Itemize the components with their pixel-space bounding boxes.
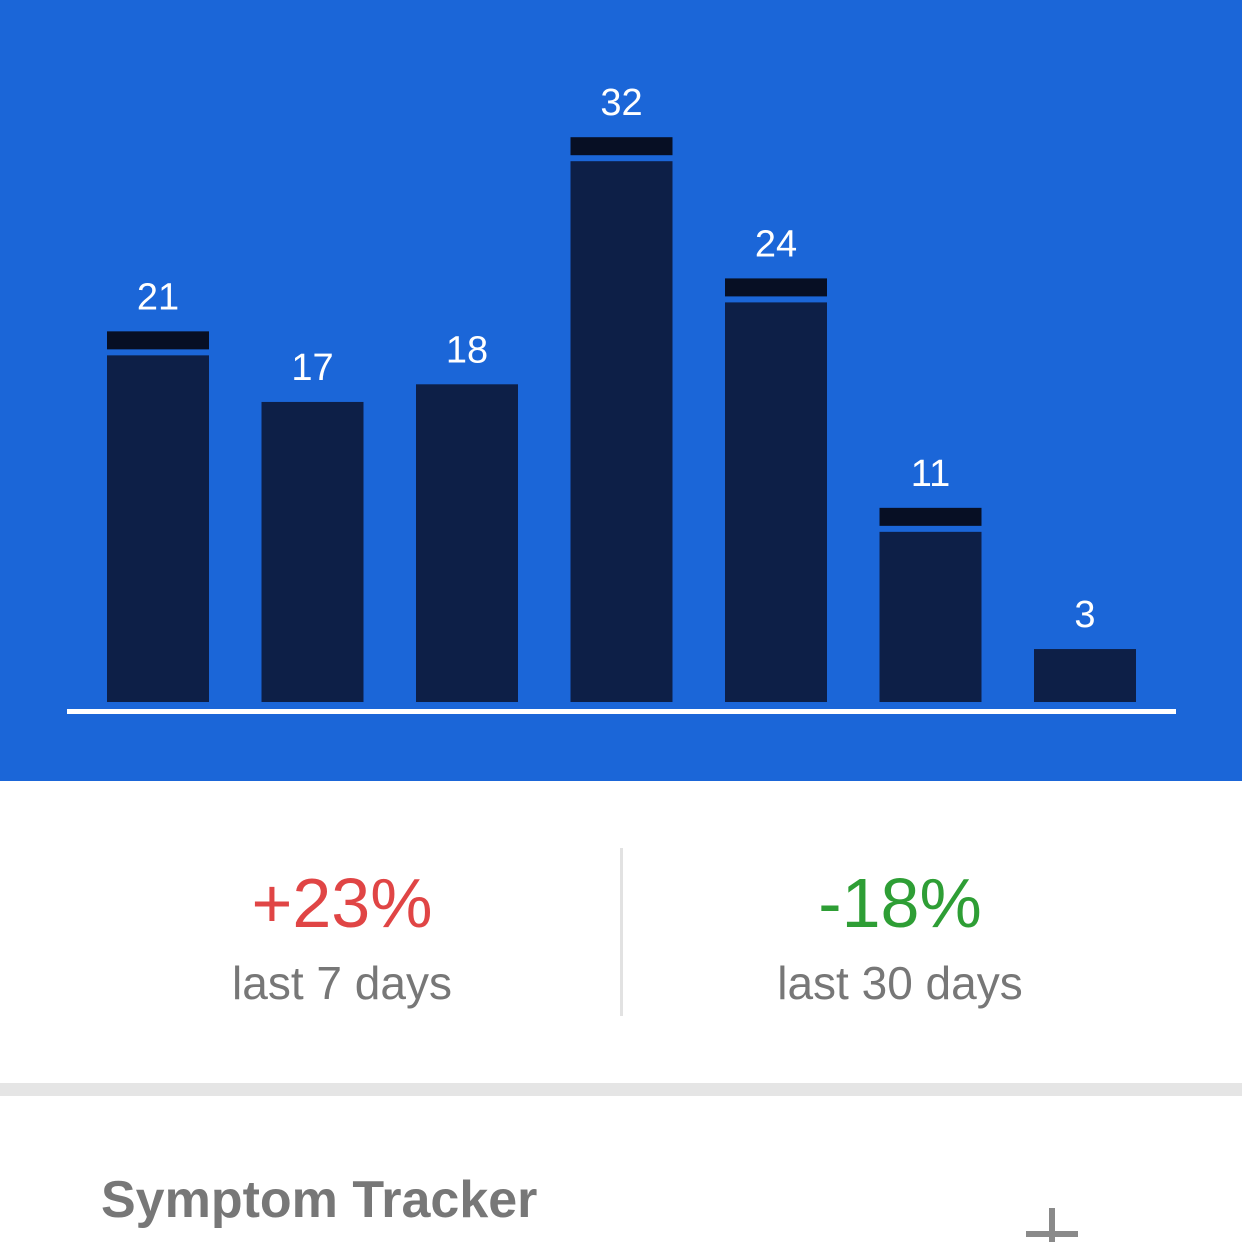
chart-bar: 24: [725, 223, 827, 702]
chart-bar: 18: [416, 329, 518, 702]
chart-bar: 11: [879, 453, 982, 702]
bar-body: [107, 355, 209, 702]
bar-body: [725, 302, 827, 702]
stat-week-caption: last 7 days: [232, 957, 452, 1009]
bar-value-label: 21: [137, 276, 179, 318]
section-title: Symptom Tracker: [101, 1171, 538, 1229]
add-symptom-button[interactable]: [1026, 1208, 1078, 1242]
chart-bar: 21: [107, 276, 209, 702]
bar-body: [1034, 649, 1136, 702]
stat-month-value: -18%: [818, 864, 982, 942]
bar-body: [570, 161, 673, 702]
stat-week-value: +23%: [251, 864, 433, 942]
bar-cap: [725, 278, 827, 297]
bar-body: [879, 531, 982, 702]
bar-cap: [107, 331, 209, 350]
bar-chart: 21 17 18 32 24 11 3: [67, 82, 1176, 714]
bar-value-label: 18: [446, 329, 488, 371]
bar-value-label: 3: [1074, 594, 1095, 636]
stats-row: +23% last 7 days -18% last 30 days: [0, 781, 1242, 1083]
bar-body: [261, 401, 364, 702]
stat-last-7-days: +23% last 7 days: [32, 781, 652, 1083]
bar-value-label: 32: [600, 82, 642, 124]
symptom-tracker-section: Symptom Tracker: [0, 1096, 1242, 1242]
bar-value-label: 11: [911, 453, 950, 495]
chart-bar: 17: [261, 347, 364, 702]
bar-cap: [879, 507, 982, 526]
bar-body: [416, 384, 518, 702]
symptom-chart: 21 17 18 32 24 11 3: [0, 0, 1242, 781]
section-separator: [0, 1083, 1242, 1096]
chart-baseline: [67, 709, 1176, 714]
stat-month-caption: last 30 days: [777, 957, 1023, 1009]
chart-bar: 32: [570, 82, 673, 702]
bar-cap: [570, 137, 673, 156]
chart-bar: 3: [1034, 594, 1136, 702]
bar-value-label: 17: [291, 347, 333, 389]
bar-value-label: 24: [755, 223, 797, 265]
stat-last-30-days: -18% last 30 days: [590, 781, 1210, 1083]
